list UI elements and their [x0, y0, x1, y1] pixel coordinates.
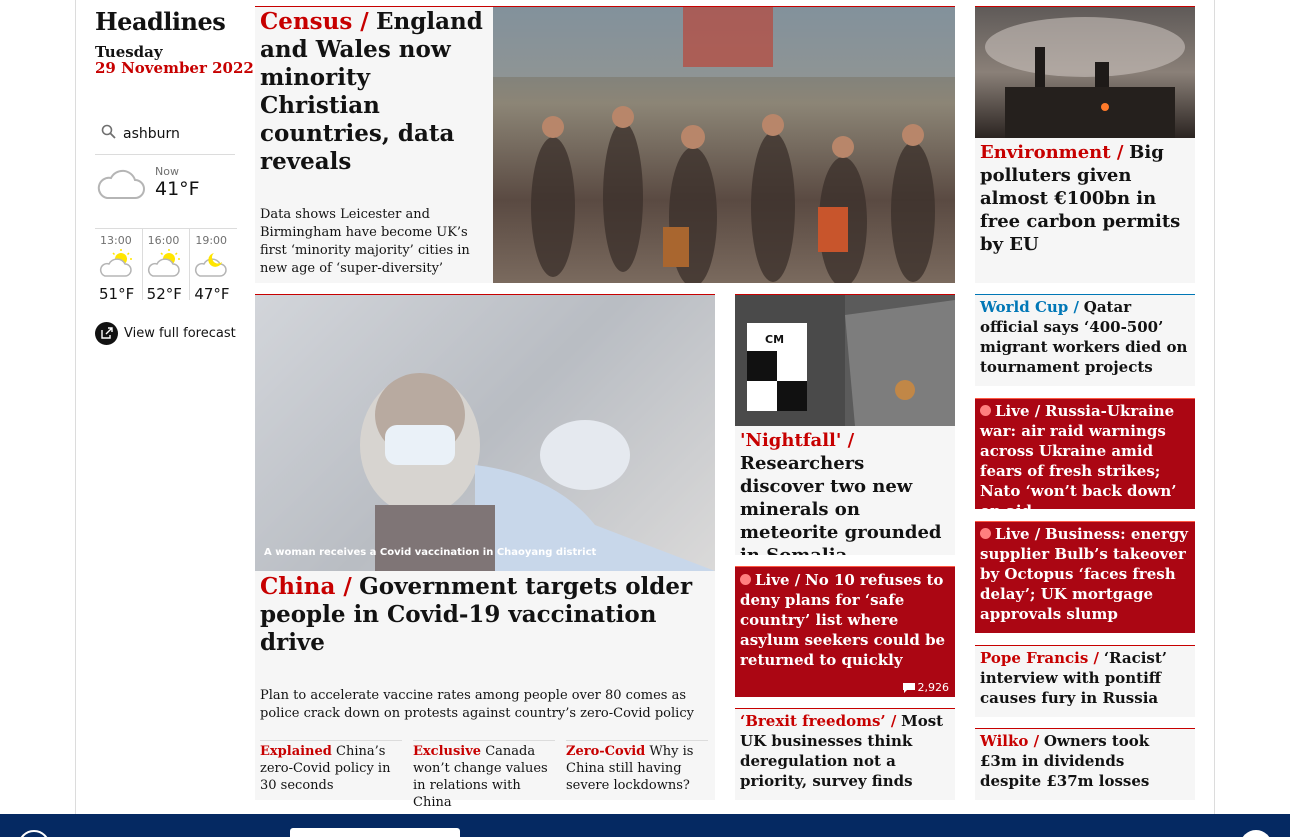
search-icon	[101, 124, 116, 139]
lead-story-image	[493, 7, 955, 283]
lead-headline[interactable]: Census / England and Wales now minority …	[260, 8, 485, 176]
live-dot-icon	[740, 574, 751, 585]
close-icon[interactable]	[1240, 830, 1272, 837]
full-forecast-link[interactable]: View full forecast	[95, 322, 236, 345]
brexit-headline: ‘Brexit freedoms’ / Most UK businesses t…	[740, 712, 944, 790]
full-forecast-label: View full forecast	[124, 326, 236, 341]
asylum-headline: Live / No 10 refuses to deny plans for ‘…	[740, 571, 946, 669]
business-headline: Live / Business: energy supplier Bulb’s …	[980, 525, 1188, 623]
support-banner	[0, 814, 1290, 837]
meteorite-image: CM	[735, 295, 955, 426]
date-full: 29 November 2022	[95, 59, 254, 77]
live-dot-icon	[980, 405, 991, 416]
banner-heading	[290, 828, 460, 837]
brexit-card[interactable]: ‘Brexit freedoms’ / Most UK businesses t…	[735, 708, 955, 800]
weather-location[interactable]: ashburn	[95, 120, 235, 155]
wilko-headline: Wilko / Owners took £3m in dividends des…	[980, 732, 1150, 790]
pope-card[interactable]: Pope Francis / ‘Racist’ interview with p…	[975, 645, 1195, 717]
forecast-time: 16:00	[147, 234, 180, 247]
forecast-time: 19:00	[195, 234, 228, 247]
china-standfirst: Plan to accelerate vaccine rates among p…	[260, 688, 694, 721]
section-title: Headlines	[95, 7, 226, 36]
ukraine-live-card[interactable]: Live / Russia-Ukraine war: air raid warn…	[975, 398, 1195, 509]
cloud-icon	[97, 169, 145, 199]
sun-cloud-icon	[99, 249, 132, 277]
forecast-slot: 16:00 52°F	[141, 229, 190, 303]
forecast-slot: 19:00 47°F	[189, 229, 237, 303]
live-dot-icon	[980, 528, 991, 539]
sublink-exclusive[interactable]: Exclusive Canada won’t change values in …	[413, 740, 555, 811]
forecast-temp: 51°F	[99, 285, 135, 303]
image-caption: A woman receives a Covid vaccination in …	[264, 547, 597, 558]
svg-text:CM: CM	[765, 333, 784, 346]
nightfall-headline: 'Nightfall' / Researchers discover two n…	[740, 430, 942, 555]
comment-count[interactable]: 2,926	[902, 681, 949, 694]
now-label: Now	[155, 165, 179, 178]
forecast-time: 13:00	[100, 234, 132, 247]
worldcup-card[interactable]: World Cup / Qatar official says ‘400-500…	[975, 294, 1195, 386]
business-live-card[interactable]: Live / Business: energy supplier Bulb’s …	[975, 521, 1195, 633]
sublink-zero-covid[interactable]: Zero-Covid Why is China still having sev…	[566, 740, 708, 794]
sun-cloud-icon	[147, 249, 180, 277]
worldcup-headline: World Cup / Qatar official says ‘400-500…	[980, 298, 1188, 376]
asylum-live-card[interactable]: Live / No 10 refuses to deny plans for ‘…	[735, 566, 955, 697]
lead-standfirst: Data shows Leicester and Birmingham have…	[260, 207, 470, 276]
now-temp: 41°F	[155, 178, 200, 200]
location-text: ashburn	[123, 126, 180, 142]
china-story-image	[255, 295, 715, 571]
nightfall-card[interactable]: CM 'Nightfall' / Researchers discover tw…	[735, 294, 955, 555]
wilko-card[interactable]: Wilko / Owners took £3m in dividends des…	[975, 728, 1195, 800]
forecast-temp: 47°F	[194, 285, 230, 303]
help-icon[interactable]	[18, 830, 50, 837]
environment-card[interactable]: Environment / Big polluters given almost…	[975, 6, 1195, 283]
environment-image	[975, 7, 1195, 138]
comment-icon	[902, 682, 915, 693]
ukraine-headline: Live / Russia-Ukraine war: air raid warn…	[980, 402, 1177, 509]
forecast-temp: 52°F	[146, 285, 182, 303]
moon-cloud-icon	[195, 253, 228, 277]
china-headline[interactable]: China / Government targets older people …	[260, 573, 710, 657]
hourly-forecast: 13:00 51°F 16:00 52°F 19:00 47°F	[95, 228, 237, 303]
pope-headline: Pope Francis / ‘Racist’ interview with p…	[980, 649, 1167, 707]
forecast-slot: 13:00 51°F	[95, 229, 142, 303]
environment-headline: Environment / Big polluters given almost…	[980, 142, 1181, 255]
sublink-explained[interactable]: Explained China’s zero-Covid policy in 3…	[260, 740, 402, 794]
external-link-icon	[95, 322, 118, 345]
